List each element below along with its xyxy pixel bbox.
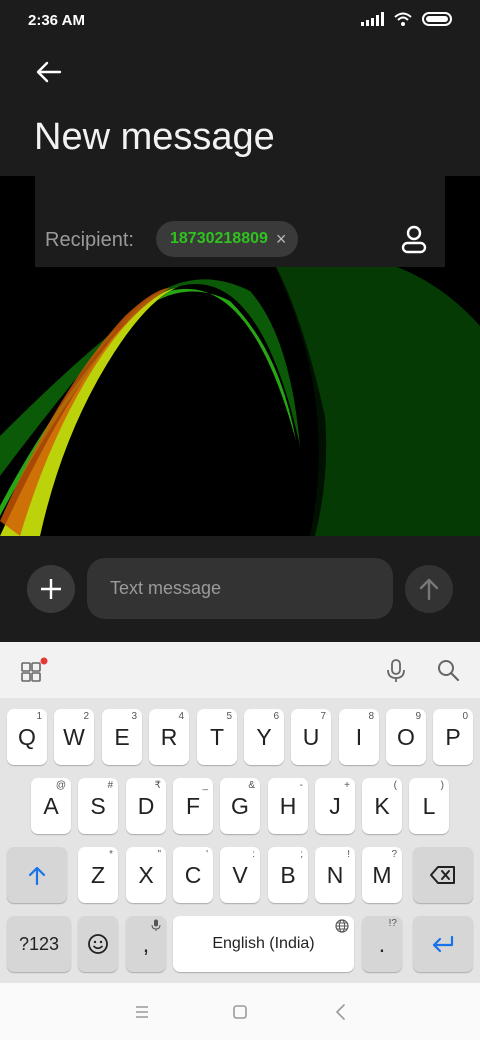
symbols-key[interactable]: ?123 xyxy=(7,916,71,972)
home-icon xyxy=(233,1005,247,1019)
key-a[interactable]: A @ xyxy=(31,778,71,834)
key-z[interactable]: Z * xyxy=(78,847,118,903)
key-l[interactable]: L) xyxy=(409,778,449,834)
recipient-chip-number: 18730218809 xyxy=(170,230,268,247)
key-r[interactable]: R4 xyxy=(149,709,189,765)
key-v[interactable]: V: xyxy=(220,847,260,903)
contact-picker-button[interactable] xyxy=(399,224,429,254)
period-key[interactable]: .!? xyxy=(362,916,402,972)
globe-icon xyxy=(335,919,349,933)
key-b[interactable]: B; xyxy=(268,847,308,903)
recipient-chip[interactable]: 18730218809 × xyxy=(156,221,299,257)
compose-bar: Text message xyxy=(0,536,480,642)
search-icon xyxy=(438,660,460,682)
message-input-placeholder: Text message xyxy=(110,578,222,598)
space-key[interactable]: English (India) xyxy=(173,916,354,972)
key-e[interactable]: E3 xyxy=(102,709,142,765)
battery-icon xyxy=(422,12,452,26)
key-y[interactable]: Y6 xyxy=(244,709,284,765)
plus-icon xyxy=(41,579,61,599)
header: New message xyxy=(0,42,480,176)
send-button[interactable] xyxy=(405,565,453,613)
wifi-icon xyxy=(394,12,412,26)
key-g[interactable]: G & xyxy=(220,778,260,834)
voice-input-button[interactable] xyxy=(384,658,408,684)
emoji-key[interactable] xyxy=(78,916,118,972)
enter-key[interactable] xyxy=(413,916,473,972)
key-j[interactable]: J + xyxy=(315,778,355,834)
emoji-icon xyxy=(88,934,108,954)
key-q[interactable]: Q1 xyxy=(7,709,47,765)
home-button[interactable] xyxy=(229,1001,251,1023)
key-u[interactable]: U7 xyxy=(291,709,331,765)
status-bar: 2:36 AM xyxy=(0,0,480,42)
recents-icon xyxy=(136,1006,148,1018)
key-o[interactable]: O9 xyxy=(386,709,426,765)
nav-back-icon xyxy=(336,1004,345,1020)
status-time: 2:36 AM xyxy=(28,12,85,29)
key-k[interactable]: K( xyxy=(362,778,402,834)
key-m[interactable]: M? xyxy=(362,847,402,903)
back-button[interactable] xyxy=(30,56,70,88)
backspace-key[interactable] xyxy=(413,847,473,903)
key-i[interactable]: I8 xyxy=(339,709,379,765)
apps-button[interactable] xyxy=(20,657,48,685)
recents-button[interactable] xyxy=(131,1001,153,1023)
shift-key[interactable] xyxy=(7,847,67,903)
system-nav-bar xyxy=(0,983,480,1040)
contact-icon xyxy=(401,225,427,254)
microphone-icon xyxy=(151,919,161,931)
key-x[interactable]: X " xyxy=(126,847,166,903)
apps-grid-icon xyxy=(21,657,48,682)
microphone-icon xyxy=(387,659,405,682)
comma-key[interactable]: , xyxy=(126,916,166,972)
key-p[interactable]: P0 xyxy=(433,709,473,765)
key-h[interactable]: H- xyxy=(268,778,308,834)
key-n[interactable]: N! xyxy=(315,847,355,903)
recipient-label: Recipient: xyxy=(45,229,134,251)
attach-button[interactable] xyxy=(27,565,75,613)
keyboard-toolbar xyxy=(0,642,480,698)
page-title: New message xyxy=(34,116,275,158)
enter-icon xyxy=(432,935,454,953)
key-s[interactable]: S # xyxy=(78,778,118,834)
remove-recipient-button[interactable]: × xyxy=(276,229,287,250)
keyboard: Q1 W2 E3 R4 T5 Y6 U7 I8 O9 P0 A @ S # D ₹ F… xyxy=(0,698,480,983)
nav-back-button[interactable] xyxy=(330,1001,352,1023)
key-d[interactable]: D ₹ xyxy=(126,778,166,834)
message-input[interactable]: Text message xyxy=(87,558,393,619)
back-arrow-icon xyxy=(36,61,62,83)
key-f[interactable]: F _ xyxy=(173,778,213,834)
shift-icon xyxy=(28,866,46,886)
key-t[interactable]: T5 xyxy=(197,709,237,765)
key-c[interactable]: C ' xyxy=(173,847,213,903)
status-icons xyxy=(361,12,452,26)
keyboard-search-button[interactable] xyxy=(436,658,460,682)
recipient-panel: Recipient: 18730218809 × xyxy=(35,176,445,267)
send-arrow-icon xyxy=(419,578,439,601)
backspace-icon xyxy=(430,866,455,884)
signal-icon xyxy=(361,12,384,26)
key-w[interactable]: W2 xyxy=(54,709,94,765)
